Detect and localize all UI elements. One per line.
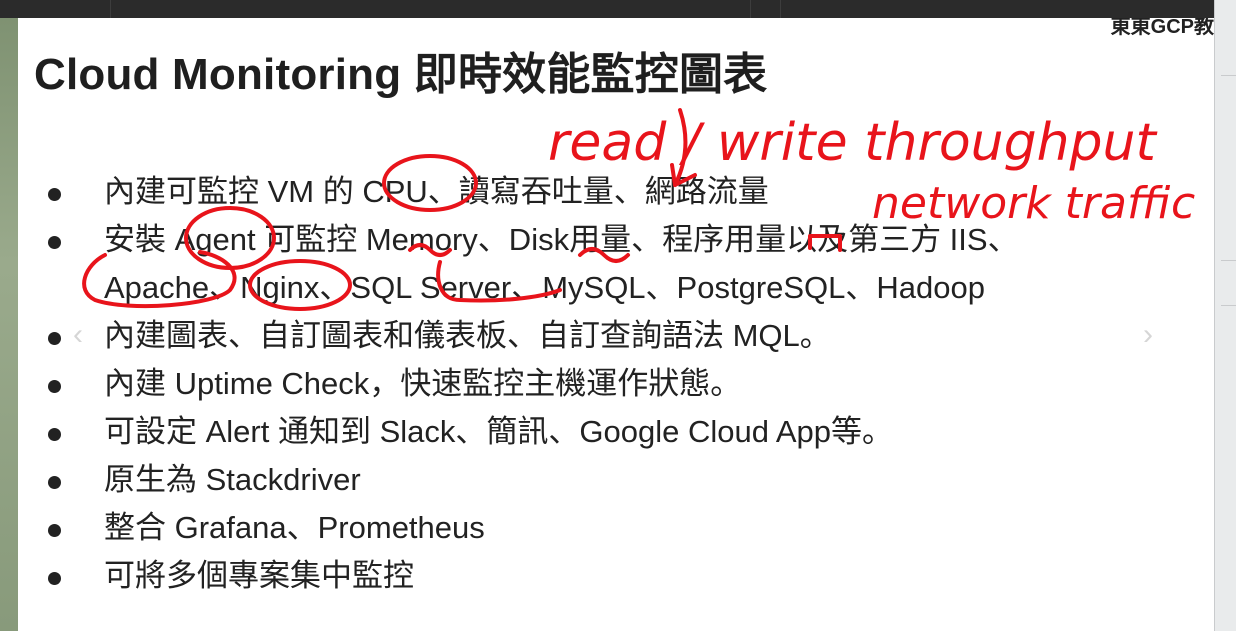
top-bar-segment <box>0 0 111 18</box>
bullet-icon <box>48 380 61 393</box>
bullet-text-continued: Apache、Nginx、SQL Server、MySQL、PostgreSQL… <box>104 270 986 305</box>
bullet-text: 內建可監控 VM 的 CPU、讀寫吞吐量、網路流量 <box>104 174 769 209</box>
browser-top-bar <box>0 0 1236 18</box>
slide-title: Cloud Monitoring 即時效能監控圖表 <box>34 50 768 99</box>
bullet-icon <box>48 524 61 537</box>
top-bar-segment <box>110 0 751 18</box>
bullet-text: 原生為 Stackdriver <box>104 462 361 497</box>
bullet-icon <box>48 572 61 585</box>
bullet-text: 安裝 Agent 可監控 Memory、Disk用量、程序用量以及第三方 IIS… <box>104 222 1019 257</box>
bullet-text: 內建 Uptime Check，快速監控主機運作狀態。 <box>104 366 742 401</box>
right-side-panel <box>1214 0 1236 631</box>
bullet-icon <box>48 332 61 345</box>
brand-watermark: 東東GCP教 <box>1110 18 1214 38</box>
previous-slide-arrow-icon[interactable]: ‹ <box>68 318 88 352</box>
background-edge <box>0 18 18 631</box>
divider <box>1221 260 1236 261</box>
bullet-icon <box>48 476 61 489</box>
bullet-text: 整合 Grafana、Prometheus <box>104 510 485 545</box>
bullet-icon <box>48 236 61 249</box>
bullet-text: 可將多個專案集中監控 <box>104 558 414 593</box>
presentation-slide: 東東GCP教 Cloud Monitoring 即時效能監控圖表 內建可監控 V… <box>18 18 1214 631</box>
bullet-icon <box>48 188 61 201</box>
divider <box>1221 75 1236 76</box>
next-slide-arrow-icon[interactable]: › <box>1138 318 1158 352</box>
bullet-text: 可設定 Alert 通知到 Slack、簡訊、Google Cloud App等… <box>104 414 894 449</box>
top-bar-segment <box>750 0 781 18</box>
bullet-text: 內建圖表、自訂圖表和儀表板、自訂查詢語法 MQL。 <box>104 318 831 353</box>
bullet-icon <box>48 428 61 441</box>
divider <box>1221 305 1236 306</box>
